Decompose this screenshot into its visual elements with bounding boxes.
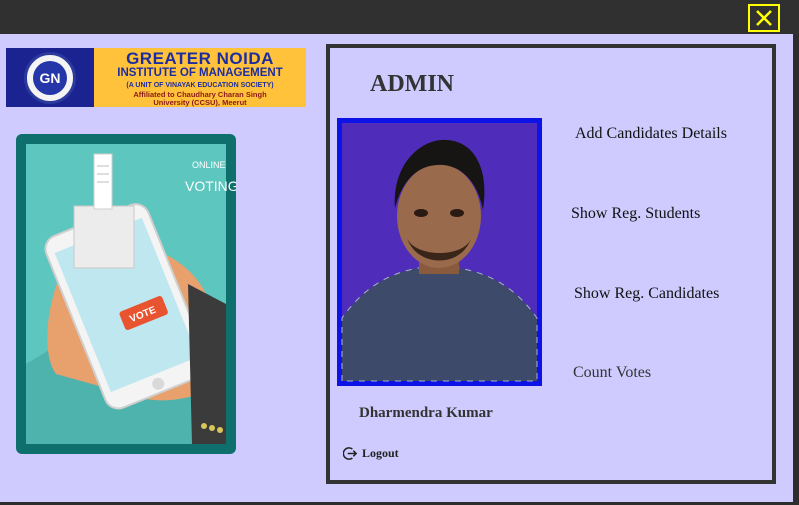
close-icon: [756, 10, 772, 26]
logo-society: (A UNIT OF VINAYAK EDUCATION SOCIETY): [126, 81, 274, 89]
logo-university: University (CCSU), Meerut: [153, 98, 247, 107]
show-candidates-link[interactable]: Show Reg. Candidates: [574, 285, 719, 303]
logo-subtitle: INSTITUTE OF MANAGEMENT: [117, 67, 283, 79]
add-candidates-link[interactable]: Add Candidates Details: [575, 125, 727, 143]
logout-icon: [343, 447, 358, 460]
illustration-text-voting: VOTING: [185, 178, 236, 194]
logout-label: Logout: [362, 446, 399, 460]
institute-logo: GN GREATER NOIDA INSTITUTE OF MANAGEMENT…: [6, 48, 306, 107]
show-students-link[interactable]: Show Reg. Students: [571, 205, 700, 223]
logout-button[interactable]: Logout: [343, 446, 399, 461]
title-bar: [0, 0, 799, 34]
logo-badge-text: GN: [33, 60, 67, 95]
illustration-text-online: ONLINE: [192, 160, 226, 170]
close-button[interactable]: [748, 4, 780, 32]
count-votes-link[interactable]: Count Votes: [573, 364, 651, 382]
logo-emblem: GN: [6, 48, 94, 107]
logo-name: GREATER NOIDA: [126, 49, 274, 68]
logo-affiliation: Affiliated to Chaudhary Charan Singh: [133, 89, 267, 99]
online-voting-illustration: ONLINE VOTING VOTE: [16, 134, 236, 454]
admin-title: ADMIN: [370, 71, 454, 97]
admin-name: Dharmendra Kumar: [359, 405, 493, 421]
admin-profile-photo: [337, 118, 542, 386]
admin-window: GN GREATER NOIDA INSTITUTE OF MANAGEMENT…: [0, 0, 799, 505]
logo-text: GREATER NOIDA INSTITUTE OF MANAGEMENT (A…: [96, 50, 304, 107]
